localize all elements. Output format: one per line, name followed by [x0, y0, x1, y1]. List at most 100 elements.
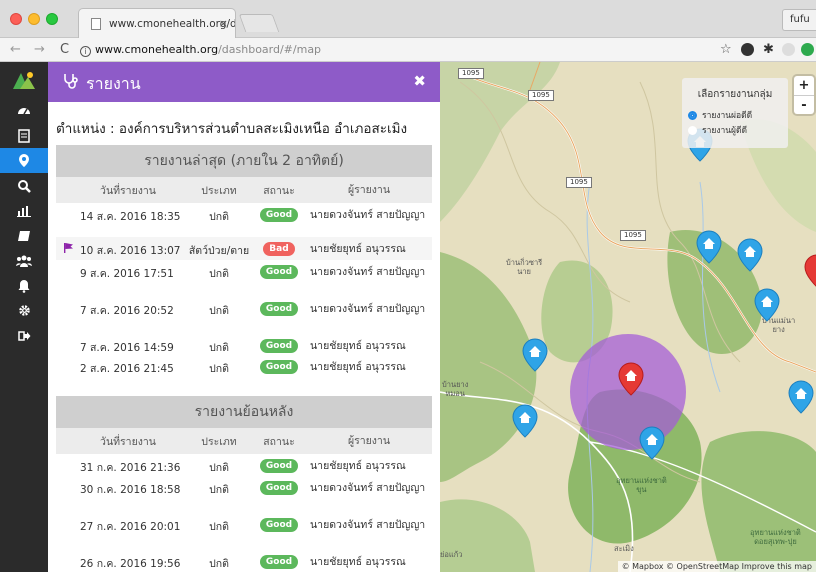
back-icon[interactable]: ←: [10, 42, 21, 57]
house-marker-icon[interactable]: [788, 380, 814, 414]
report-group-legend: เลือกรายงานกลุ่ม รายงานผ่อดีดี รายงานผู้…: [682, 78, 788, 148]
users-icon: [16, 255, 32, 267]
house-marker-icon[interactable]: [737, 238, 763, 272]
status-badge: Bad: [263, 242, 295, 256]
close-window-button[interactable]: [10, 13, 22, 25]
tab-close-icon[interactable]: ×: [219, 17, 228, 30]
status-badge: Good: [259, 459, 299, 473]
zoom-out-button[interactable]: -: [794, 95, 814, 114]
extension-icon-green[interactable]: [801, 43, 814, 56]
table-row[interactable]: 7 ส.ค. 2016 14:59 ปกติ Good นายชัยยุทธ์ …: [56, 334, 432, 355]
zoom-control: + -: [794, 76, 814, 114]
search-icon: [18, 179, 31, 193]
road-shield-1095: 1095: [566, 177, 592, 188]
table-row[interactable]: 26 ก.ค. 2016 19:56 ปกติ Good นายชัยยุทธ์…: [56, 550, 432, 572]
row-type: ปกติ: [209, 558, 229, 570]
row-reporter: นายดวงจันทร์ สายปัญญา: [310, 209, 426, 221]
table-row[interactable]: 2 ส.ค. 2016 21:45 ปกติ Good นายชัยยุทธ์ …: [56, 355, 432, 378]
status-badge: Good: [259, 555, 299, 569]
browser-tab-strip: www.cmonehealth.org/dashbo × fufu: [0, 0, 816, 38]
minimize-window-button[interactable]: [28, 13, 40, 25]
sidebar-item-notifications[interactable]: [0, 273, 48, 298]
row-reporter: นายชัยยุทธ์ อนุวรรณ: [310, 243, 406, 255]
bell-icon: [18, 279, 30, 293]
url-path: /dashboard/#/map: [218, 43, 322, 56]
table-row[interactable]: 10 ส.ค. 2016 13:07 สัตว์ป่วย/ตาย Bad นาย…: [56, 237, 432, 260]
reload-icon[interactable]: C: [60, 42, 69, 57]
row-date: 9 ส.ค. 2016 17:51: [80, 268, 174, 280]
forward-icon[interactable]: →: [34, 42, 45, 57]
sidebar-item-documents[interactable]: [0, 123, 48, 148]
extension-icon-dark[interactable]: [741, 43, 754, 56]
row-reporter: นายชัยยุทธ์ อนุวรรณ: [310, 361, 406, 373]
dashboard-gauge-icon: [18, 107, 30, 114]
app-logo[interactable]: [0, 62, 48, 98]
url-field[interactable]: i www.cmonehealth.org/dashboard/#/map: [80, 41, 710, 59]
map-attribution[interactable]: © Mapbox © OpenStreetMap Improve this ma…: [617, 561, 816, 572]
row-type: ปกติ: [209, 462, 229, 474]
past-reports-section: รายงานย้อนหลัง วันที่รายงาน ประเภท สถานะ…: [56, 396, 432, 572]
sidebar-item-statistics[interactable]: [0, 198, 48, 223]
sidebar-item-book[interactable]: [0, 223, 48, 248]
map-marker-icon: [19, 154, 29, 167]
sidebar-item-dashboard[interactable]: [0, 98, 48, 123]
column-header-type: ประเภท: [201, 184, 237, 197]
column-header-reporter: ผู้รายงาน: [347, 183, 391, 196]
zoom-window-button[interactable]: [46, 13, 58, 25]
selected-house-marker-icon[interactable]: [618, 362, 644, 396]
row-type: ปกติ: [209, 342, 229, 354]
column-header-reporter: ผู้รายงาน: [347, 434, 391, 447]
panel-header: รายงาน ✖: [48, 62, 440, 102]
road-shield-1095: 1095: [620, 230, 646, 241]
house-marker-icon[interactable]: [639, 426, 665, 460]
sidebar-item-map[interactable]: [0, 148, 48, 173]
recent-reports-section: รายงานล่าสุด (ภายใน 2 อาทิตย์) วันที่ราย…: [56, 145, 432, 378]
table-row[interactable]: 7 ส.ค. 2016 20:52 ปกติ Good นายดวงจันทร์…: [56, 297, 432, 334]
row-reporter: นายชัยยุทธ์ อนุวรรณ: [310, 556, 406, 568]
house-marker-icon[interactable]: [522, 338, 548, 372]
column-header-date: วันที่รายงาน: [100, 184, 156, 197]
row-date: 10 ส.ค. 2016 13:07: [80, 245, 181, 257]
sidebar-item-settings[interactable]: [0, 298, 48, 323]
map-view[interactable]: 1095 1095 1095 1095 บ้านกิ่วซารี นาย บ้าน…: [440, 62, 816, 572]
table-row[interactable]: 9 ส.ค. 2016 17:51 ปกติ Good นายดวงจันทร์…: [56, 260, 432, 297]
sidebar-item-logout[interactable]: [0, 323, 48, 348]
column-header-type: ประเภท: [201, 435, 237, 448]
legend-option[interactable]: รายงานผ่อดีดี: [688, 108, 782, 122]
sidebar-item-users[interactable]: [0, 248, 48, 273]
radio-icon[interactable]: [688, 125, 697, 135]
extension-icon-grey[interactable]: [782, 43, 795, 56]
book-icon: [18, 230, 30, 241]
column-header-status: สถานะ: [263, 184, 295, 197]
zoom-in-button[interactable]: +: [794, 76, 814, 95]
new-tab-button[interactable]: [238, 14, 280, 32]
row-reporter: นายดวงจันทร์ สายปัญญา: [310, 482, 426, 494]
info-icon[interactable]: i: [80, 46, 91, 57]
row-type: ปกติ: [209, 484, 229, 496]
sidebar-item-search[interactable]: [0, 173, 48, 198]
red-marker-icon[interactable]: [804, 254, 816, 288]
profile-button[interactable]: fufu: [782, 9, 816, 31]
table-row[interactable]: 14 ส.ค. 2016 18:35 ปกติ Good นายดวงจันทร…: [56, 203, 432, 237]
report-panel: รายงาน ✖ ตำแหน่ง : องค์การบริหารส่วนตำบล…: [48, 62, 440, 572]
table-header: วันที่รายงาน ประเภท สถานะ ผู้รายงาน: [56, 177, 432, 203]
table-row[interactable]: 27 ก.ค. 2016 20:01 ปกติ Good นายดวงจันทร…: [56, 513, 432, 550]
page-icon: [91, 18, 101, 30]
map-label-ban-kiu-sari: บ้านกิ่วซารี นาย: [506, 258, 543, 276]
house-marker-icon[interactable]: [696, 230, 722, 264]
row-date: 7 ส.ค. 2016 14:59: [80, 342, 174, 354]
map-label-national-park: อุทยานแห่งชาติ ขุน: [616, 476, 667, 494]
gear-extension-icon[interactable]: ✱: [762, 43, 775, 56]
house-marker-icon[interactable]: [754, 288, 780, 322]
browser-tab[interactable]: www.cmonehealth.org/dashbo ×: [78, 8, 236, 38]
bookmark-star-icon[interactable]: ☆: [720, 42, 732, 57]
table-row[interactable]: 31 ก.ค. 2016 21:36 ปกติ Good นายชัยยุทธ์…: [56, 454, 432, 476]
row-type: ปกติ: [209, 363, 229, 375]
radio-selected-icon[interactable]: [688, 110, 697, 120]
sign-out-icon: [17, 330, 30, 341]
legend-option[interactable]: รายงานผู้ดีดี: [688, 123, 782, 137]
table-row[interactable]: 30 ก.ค. 2016 18:58 ปกติ Good นายดวงจันทร…: [56, 476, 432, 513]
close-icon[interactable]: ✖: [413, 72, 426, 90]
house-marker-icon[interactable]: [512, 404, 538, 438]
legend-title: เลือกรายงานกลุ่ม: [697, 89, 773, 100]
